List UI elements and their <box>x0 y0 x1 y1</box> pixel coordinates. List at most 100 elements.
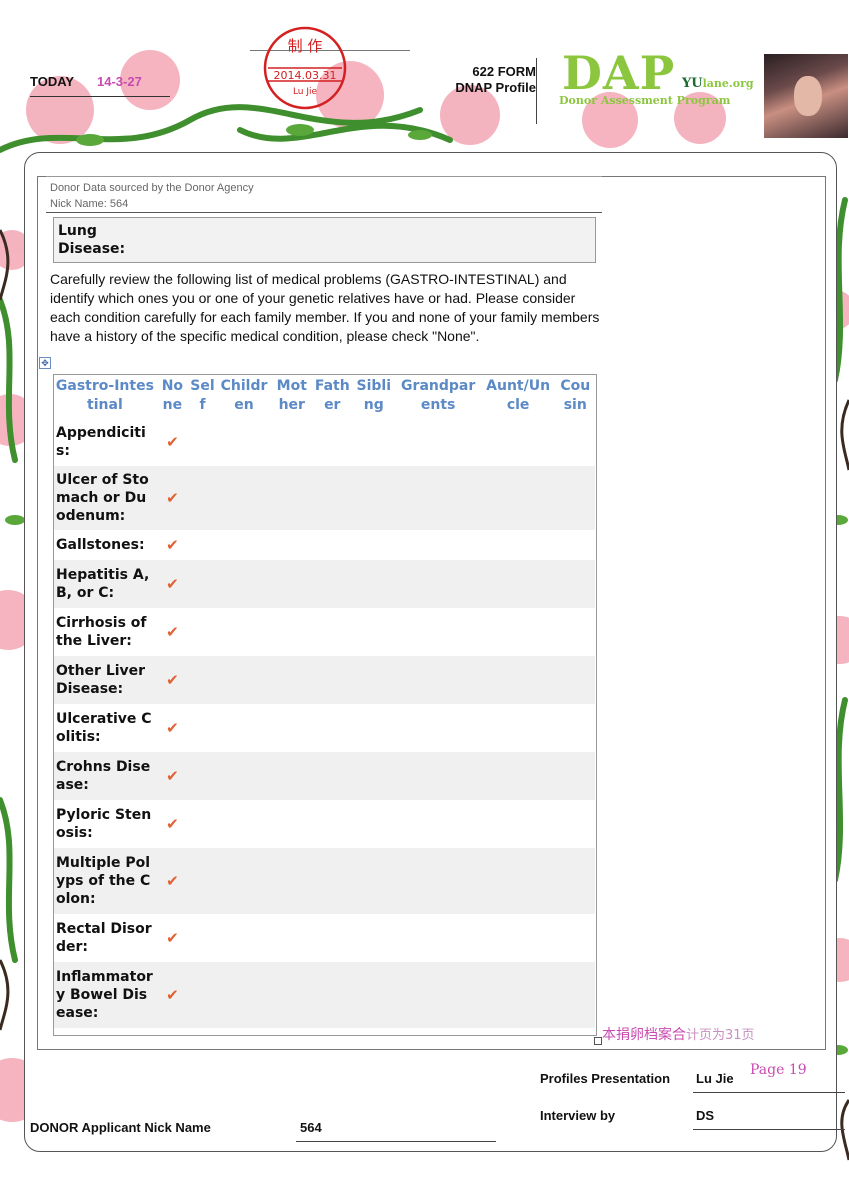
form-title-line2: DNAP Profile <box>455 80 536 95</box>
empty-cell <box>352 752 396 800</box>
empty-cell <box>555 608 595 656</box>
empty-cell <box>217 752 272 800</box>
empty-cell <box>396 800 481 848</box>
empty-cell <box>217 560 272 608</box>
condition-label: Hepatitis A, B, or C: <box>53 560 157 608</box>
empty-cell <box>217 530 271 560</box>
empty-cell <box>188 704 217 752</box>
today-value: 14-3-27 <box>97 74 142 89</box>
empty-cell <box>480 962 556 1028</box>
empty-cell <box>217 962 272 1028</box>
empty-cell <box>352 656 396 704</box>
empty-cell <box>312 752 352 800</box>
condition-label: Ulcer of Stomach or Duodenum: <box>53 466 157 530</box>
empty-cell <box>312 560 352 608</box>
lung-disease-label: Lung Disease: <box>58 223 126 257</box>
data-source: Donor Data sourced by the Donor Agency N… <box>50 180 254 212</box>
instructions-text: Carefully review the following list of m… <box>50 271 600 344</box>
condition-label: Multiple Polyps of the Colon: <box>53 848 157 914</box>
presentation-label: Profiles Presentation <box>540 1071 671 1086</box>
donor-photo-face <box>794 76 822 116</box>
condition-label: Appendicitis: <box>56 425 146 459</box>
table-resize-handle[interactable] <box>594 1037 602 1045</box>
empty-cell <box>188 530 217 560</box>
empty-cell <box>188 800 217 848</box>
empty-cell <box>217 418 271 466</box>
table-row: Cirrhosis of the Liver: ✔ <box>53 608 595 656</box>
logo-letters: DAP <box>562 46 676 100</box>
empty-cell <box>313 800 352 848</box>
today-label: TODAY <box>30 74 75 89</box>
empty-cell <box>312 656 352 704</box>
empty-cell <box>271 704 313 752</box>
logo-subtitle: Donor Assessment Program <box>559 94 731 107</box>
empty-cell <box>217 608 271 656</box>
empty-cell <box>217 800 271 848</box>
empty-cell <box>312 466 352 530</box>
table-row: Appendicitis: ✔ <box>53 418 595 466</box>
form-title-line1: 622 FORM <box>472 64 536 79</box>
empty-cell <box>352 704 396 752</box>
presentation-underline <box>693 1092 845 1093</box>
nickname-line: Nick Name: 564 <box>50 198 129 210</box>
empty-cell <box>395 466 481 530</box>
empty-cell <box>480 848 556 914</box>
empty-cell <box>396 418 481 466</box>
empty-cell <box>188 914 217 962</box>
stamp-date-text: 2014.03.31 <box>274 69 337 82</box>
empty-cell <box>187 466 218 530</box>
col-header: Gastro-Intestinal <box>55 378 154 413</box>
empty-cell <box>555 560 595 608</box>
empty-cell <box>313 418 352 466</box>
applicant-label: DONOR Applicant Nick Name <box>30 1120 211 1135</box>
empty-cell <box>271 914 313 962</box>
none-check-icon: ✔ <box>156 848 188 914</box>
empty-cell <box>271 848 313 914</box>
empty-cell <box>217 848 272 914</box>
empty-cell <box>188 418 217 466</box>
col-header: Sibling <box>356 378 392 413</box>
empty-cell <box>396 914 481 962</box>
table-row: Rectal Disorder: ✔ <box>53 914 595 962</box>
empty-cell <box>352 962 396 1028</box>
empty-cell <box>555 466 595 530</box>
empty-cell <box>395 656 481 704</box>
condition-label: Gallstones: <box>56 537 145 553</box>
logo-site: YUlane.org <box>682 76 754 91</box>
source-divider <box>46 212 602 213</box>
table-move-handle-icon[interactable]: ✥ <box>39 357 51 369</box>
none-check-icon: ✔ <box>166 433 179 451</box>
interview-value: DS <box>696 1108 715 1123</box>
condition-label: Cirrhosis of the Liver: <box>56 615 147 649</box>
empty-cell <box>396 608 481 656</box>
empty-cell <box>187 656 218 704</box>
gastro-table: Gastro-Intestinal None Self Children Mot… <box>53 374 595 1028</box>
empty-cell <box>555 962 595 1028</box>
empty-cell <box>555 848 595 914</box>
page-number: Page 19 <box>750 1062 807 1078</box>
table-row: Multiple Polyps of the Colon: ✔ <box>53 848 595 914</box>
empty-cell <box>555 418 595 466</box>
empty-cell <box>312 848 352 914</box>
empty-cell <box>481 530 556 560</box>
empty-cell <box>480 656 556 704</box>
empty-cell <box>555 914 595 962</box>
empty-cell <box>313 704 352 752</box>
col-header: Children <box>220 378 268 413</box>
empty-cell <box>217 656 272 704</box>
empty-cell <box>188 608 217 656</box>
table-row: Ulcer of Stomach or Duodenum: ✔ <box>53 466 595 530</box>
interview-underline <box>693 1129 845 1130</box>
none-check-icon: ✔ <box>156 560 188 608</box>
empty-cell <box>395 962 481 1028</box>
empty-cell <box>187 962 218 1028</box>
interview-label: Interview by <box>540 1108 616 1123</box>
empty-cell <box>395 560 481 608</box>
presentation-value: Lu Jie <box>696 1071 734 1086</box>
empty-cell <box>352 466 396 530</box>
condition-label: Rectal Disorder: <box>56 921 152 955</box>
none-check-icon: ✔ <box>166 929 179 947</box>
none-check-icon: ✔ <box>156 962 188 1028</box>
empty-cell <box>313 530 352 560</box>
none-check-icon: ✔ <box>166 623 179 641</box>
